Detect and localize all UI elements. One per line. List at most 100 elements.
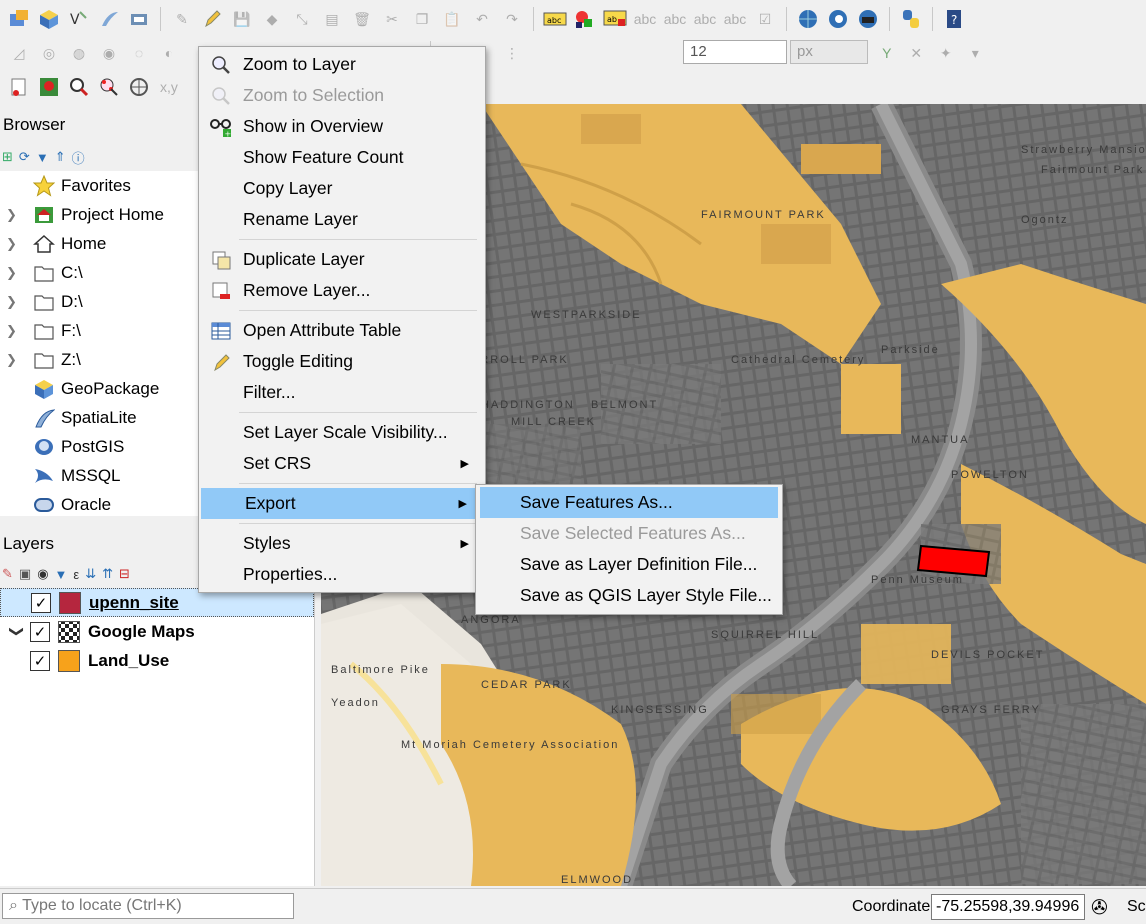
menu-item-show-feature-count[interactable]: Show Feature Count — [199, 142, 485, 173]
python-console-icon[interactable] — [898, 6, 924, 32]
manage-visibility-icon[interactable]: ◉ — [37, 566, 48, 582]
info-icon[interactable]: ⓘ — [72, 148, 85, 167]
browser-item[interactable]: PostGIS — [0, 432, 200, 461]
fill-ring-icon[interactable]: ◉ — [96, 40, 122, 66]
locator-search-input[interactable]: ⌕ Type to locate (Ctrl+K) — [2, 893, 294, 919]
menu-item-zoom-to-layer[interactable]: Zoom to Layer — [199, 49, 485, 80]
collapse-layers-icon[interactable]: ⇈ — [102, 566, 113, 582]
browser-item[interactable]: GeoPackage — [0, 374, 200, 403]
browser-item[interactable]: Oracle — [0, 490, 200, 519]
chevron-right-icon[interactable]: ❯ — [6, 352, 30, 368]
label-move-icon[interactable]: abc — [662, 6, 688, 32]
submenu-item[interactable]: Save as QGIS Layer Style File... — [476, 580, 782, 611]
browser-item[interactable]: ❯ Home — [0, 229, 200, 258]
toggle-extents-icon[interactable]: ✇ — [1091, 895, 1108, 920]
menu-item-styles[interactable]: Styles ▶ — [199, 528, 485, 559]
label-icon[interactable]: abc — [542, 6, 568, 32]
select-features-icon[interactable] — [96, 74, 122, 100]
web-search-icon[interactable] — [825, 6, 851, 32]
label-pin-toggle-icon[interactable]: ☑ — [752, 6, 778, 32]
snap-close-icon[interactable]: ✕ — [904, 40, 930, 66]
filter-icon[interactable]: ▼ — [36, 150, 49, 165]
layer-filter-icon[interactable]: ▼ — [55, 567, 68, 582]
web-layer-icon[interactable] — [126, 74, 152, 100]
layer-visibility-checkbox[interactable]: ✓ — [31, 592, 51, 613]
expand-all-icon[interactable]: ⇊ — [85, 566, 96, 582]
layer-symbol-swatch[interactable] — [58, 620, 80, 643]
submenu-item[interactable]: Save as Layer Definition File... — [476, 549, 782, 580]
menu-item-export[interactable]: Export ▶ — [201, 488, 483, 519]
browser-item[interactable]: Favorites — [0, 171, 200, 200]
chevron-down-icon[interactable]: ❯ — [9, 619, 26, 645]
new-shapefile-icon[interactable]: V — [66, 6, 92, 32]
paste-icon[interactable]: 📋 — [439, 6, 465, 32]
style-manager-icon[interactable]: ✎ — [2, 566, 13, 582]
refresh-icon[interactable]: ⟳ — [19, 149, 30, 165]
chevron-right-icon[interactable]: ❯ — [6, 207, 30, 223]
browser-item[interactable]: ❯ Project Home — [0, 200, 200, 229]
chevron-right-icon[interactable]: ❯ — [6, 236, 30, 252]
new-print-layout-icon[interactable] — [6, 74, 32, 100]
menu-item-copy-layer[interactable]: Copy Layer — [199, 173, 485, 204]
add-feature-icon[interactable]: ◆ — [259, 6, 285, 32]
diagram-icon[interactable] — [572, 6, 598, 32]
delete-ring-icon[interactable]: ◌ — [126, 40, 152, 66]
browser-item[interactable]: ❯ F:\ — [0, 316, 200, 345]
browser-item[interactable]: ❯ D:\ — [0, 287, 200, 316]
layer-visibility-checkbox[interactable]: ✓ — [30, 650, 50, 671]
menu-item-set-layer-scale-visibility[interactable]: Set Layer Scale Visibility... — [199, 417, 485, 448]
web-car-icon[interactable] — [855, 6, 881, 32]
add-part-icon[interactable]: ◍ — [66, 40, 92, 66]
add-ring-icon[interactable]: ◎ — [36, 40, 62, 66]
delete-part-icon[interactable]: ◐ — [156, 40, 182, 66]
copy-icon[interactable]: ❐ — [409, 6, 435, 32]
snap-trace-icon[interactable]: ✦ — [933, 40, 959, 66]
identify-icon[interactable] — [66, 74, 92, 100]
label-change-icon[interactable]: abc — [722, 6, 748, 32]
toggle-editing-icon[interactable] — [199, 6, 225, 32]
label-show-hide-icon[interactable]: abc — [632, 6, 658, 32]
chevron-right-icon[interactable]: ❯ — [6, 265, 30, 281]
label-pin-icon[interactable]: ab — [602, 6, 628, 32]
cut-icon[interactable]: ✂ — [379, 6, 405, 32]
menu-item-filter[interactable]: Filter... — [199, 377, 485, 408]
submenu-item[interactable]: Save Features As... — [480, 487, 778, 518]
current-edits-icon[interactable]: ✎ — [169, 6, 195, 32]
browser-item[interactable]: MSSQL — [0, 461, 200, 490]
new-geopackage-icon[interactable] — [36, 6, 62, 32]
label-rotate-icon[interactable]: abc — [692, 6, 718, 32]
vertex-tool-icon[interactable]: ⤡ — [289, 6, 315, 32]
layer-item[interactable]: ❯ ✓ Google Maps — [0, 617, 314, 646]
save-edits-icon[interactable]: 💾 — [229, 6, 255, 32]
add-group-icon[interactable]: ▣ — [19, 566, 31, 582]
layer-symbol-swatch[interactable] — [58, 649, 80, 672]
modify-attributes-icon[interactable]: ▤ — [319, 6, 345, 32]
browser-item[interactable]: SpatiaLite — [0, 403, 200, 432]
digitize-icon[interactable]: ◿ — [6, 40, 32, 66]
snap-tolerance-icon[interactable]: ⋮ — [499, 40, 525, 66]
menu-item-toggle-editing[interactable]: Toggle Editing — [199, 346, 485, 377]
remove-layer-small-icon[interactable]: ⊟ — [119, 566, 130, 582]
chevron-right-icon[interactable]: ❯ — [6, 294, 30, 310]
coordinate-field[interactable]: -75.25598,39.94996 — [931, 894, 1085, 920]
menu-item-remove-layer[interactable]: Remove Layer... — [199, 275, 485, 306]
browser-item[interactable]: ❯ Z:\ — [0, 345, 200, 374]
menu-item-open-attribute-table[interactable]: Open Attribute Table — [199, 315, 485, 346]
menu-item-duplicate-layer[interactable]: Duplicate Layer — [199, 244, 485, 275]
delete-selected-icon[interactable]: 🗑 — [349, 6, 375, 32]
browser-item[interactable]: ❯ C:\ — [0, 258, 200, 287]
symbol-unit-select[interactable]: px — [790, 40, 868, 64]
menu-item-set-crs[interactable]: Set CRS ▶ — [199, 448, 485, 479]
symbol-size-input[interactable]: 12 — [683, 40, 787, 64]
data-source-manager-icon[interactable] — [6, 6, 32, 32]
snap-dropdown-icon[interactable]: ▾ — [963, 40, 989, 66]
chevron-right-icon[interactable]: ❯ — [6, 323, 30, 339]
redo-icon[interactable]: ↷ — [499, 6, 525, 32]
pan-to-selection-icon[interactable] — [36, 74, 62, 100]
add-selected-icon[interactable]: ⊞ — [2, 149, 13, 165]
menu-item-rename-layer[interactable]: Rename Layer — [199, 204, 485, 235]
help-icon[interactable]: ? — [941, 6, 967, 32]
expression-filter-icon[interactable]: ε — [73, 567, 79, 582]
menu-item-properties[interactable]: Properties... — [199, 559, 485, 590]
coordinate-capture-icon[interactable]: x,y — [156, 74, 182, 100]
